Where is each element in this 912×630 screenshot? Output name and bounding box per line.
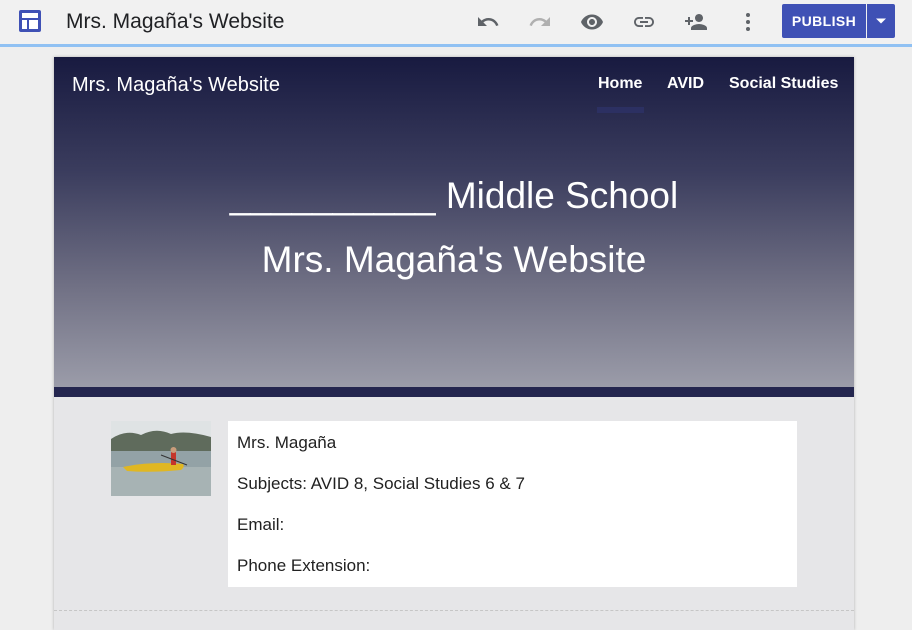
document-title[interactable]: Mrs. Magaña's Website [66,10,284,34]
phone-extension-label: Phone Extension: [237,556,371,575]
nav-item-avid[interactable]: AVID [667,75,704,93]
site-title[interactable]: Mrs. Magaña's Website [72,74,280,97]
section-divider [54,610,854,611]
hero-school-name[interactable]: __________ Middle School [54,175,854,217]
undo-icon[interactable] [476,10,500,34]
subjects-text: Subjects: AVID 8, Social Studies 6 & 7 [237,474,525,493]
teacher-info-card[interactable]: Mrs. Magaña Subjects: AVID 8, Social Stu… [228,421,797,587]
redo-icon[interactable] [528,10,552,34]
editor-toolbar: Mrs. Magaña's Website PUBLISH [0,0,912,44]
link-icon[interactable] [632,10,656,34]
header-bottom-bar [54,387,854,397]
hero-site-title[interactable]: Mrs. Magaña's Website [54,239,854,281]
header-banner[interactable]: Mrs. Magaña's Website Home AVID Social S… [54,57,854,387]
email-label: Email: [237,515,285,534]
share-icon[interactable] [684,10,708,34]
teacher-name: Mrs. Magaña [237,433,337,452]
preview-icon[interactable] [580,10,604,34]
toolbar-divider [0,44,912,47]
nav-item-social-studies[interactable]: Social Studies [729,75,838,93]
publish-options-button[interactable] [867,4,895,38]
nav-item-home[interactable]: Home [598,75,642,93]
more-icon[interactable] [736,10,760,34]
active-nav-indicator [597,107,644,113]
teacher-photo[interactable] [111,421,211,496]
site-page-canvas: Mrs. Magaña's Website Home AVID Social S… [54,57,854,630]
layout-icon[interactable] [18,9,42,33]
dropdown-arrow-icon [876,18,886,24]
publish-button[interactable]: PUBLISH [782,4,866,38]
